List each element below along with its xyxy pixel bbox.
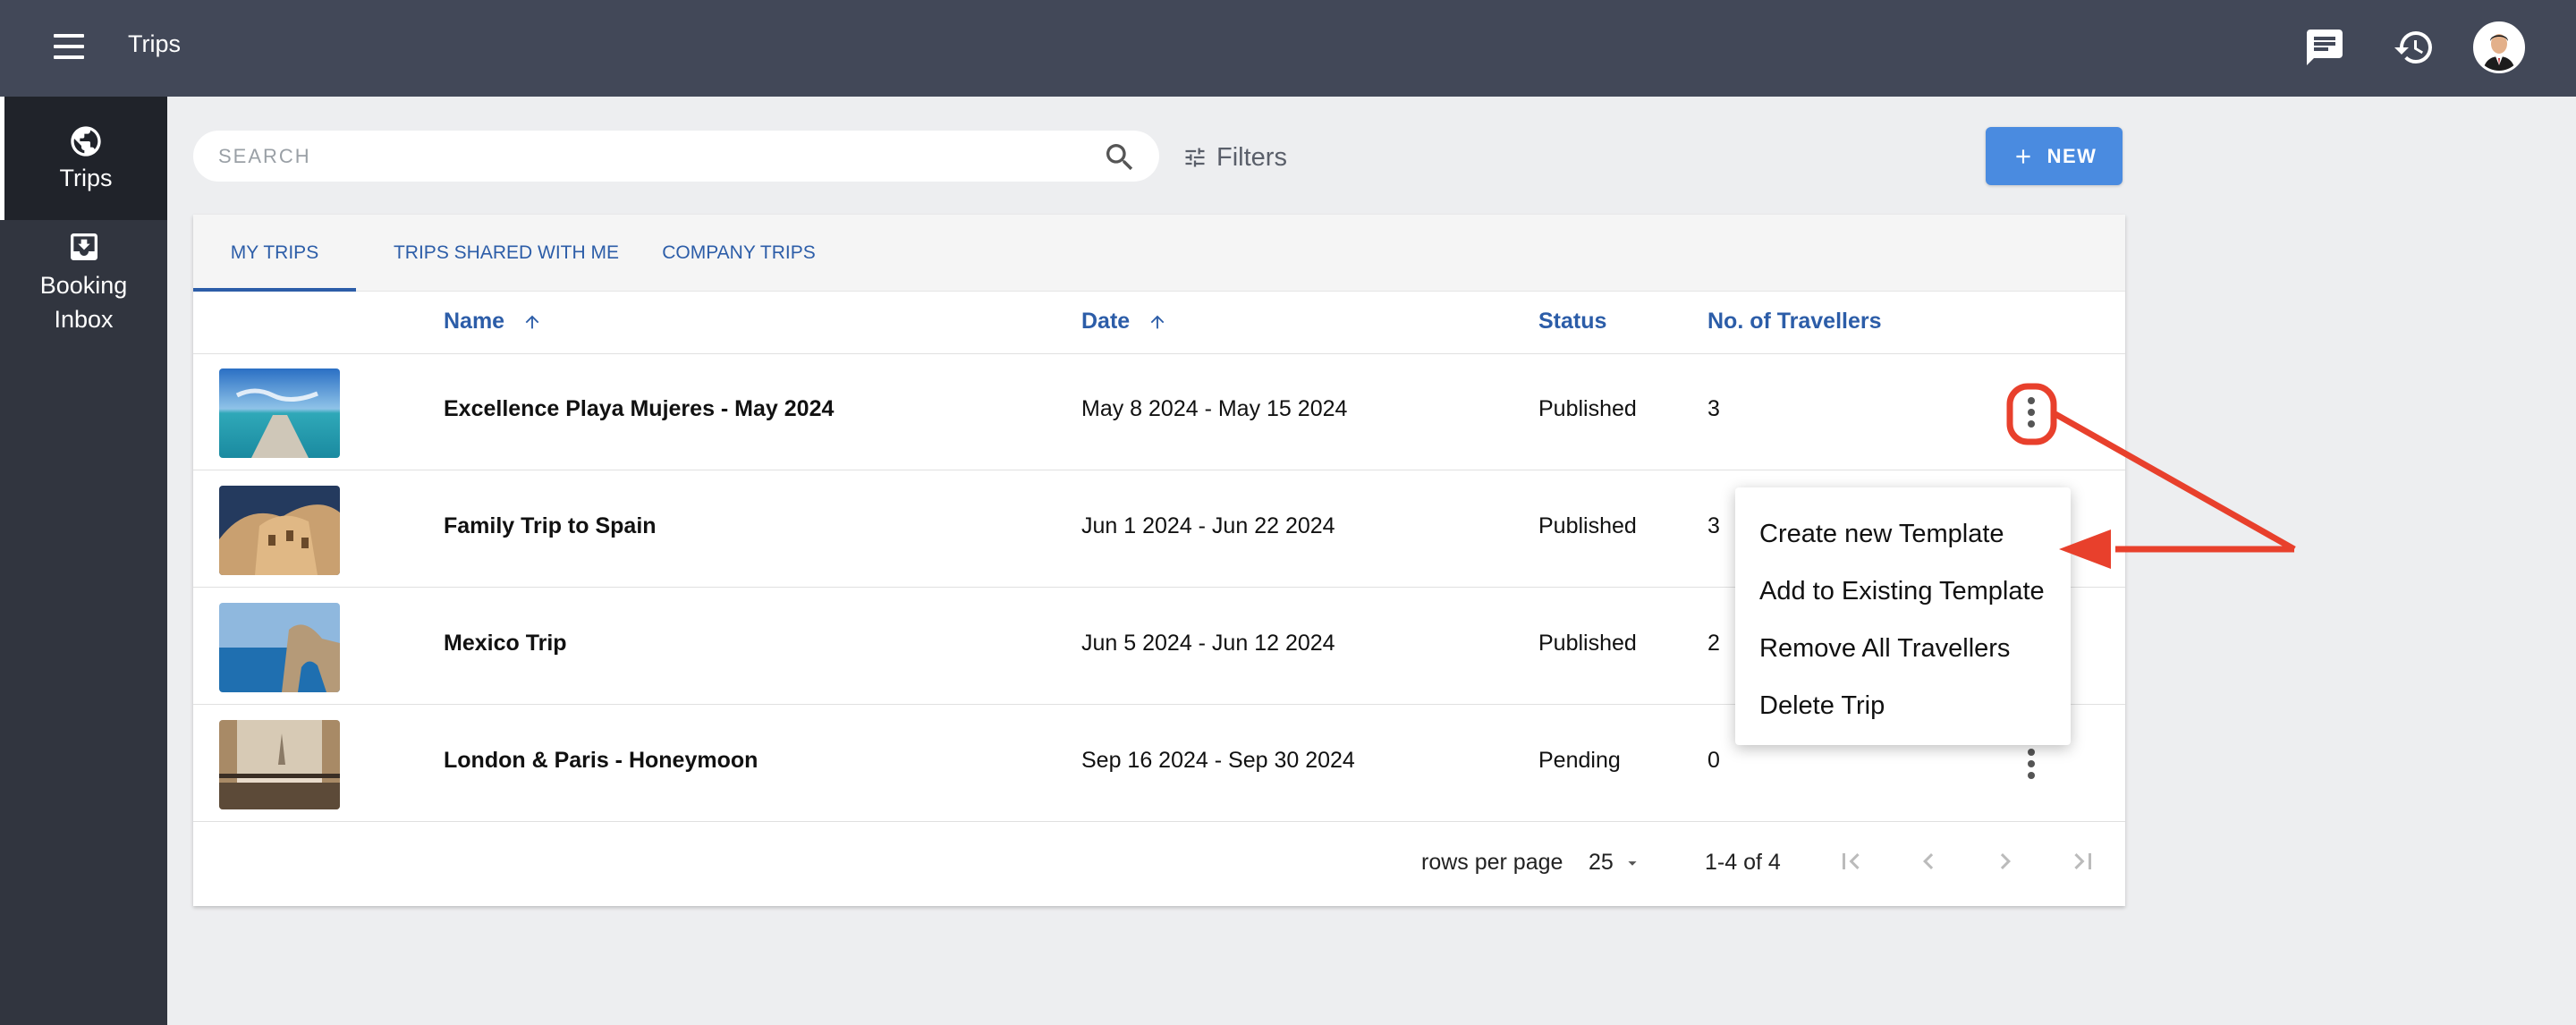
filters-button[interactable]: Filters xyxy=(1182,140,1287,175)
user-avatar-icon xyxy=(2476,24,2522,71)
last-page-icon[interactable] xyxy=(2067,845,2099,877)
trip-name[interactable]: London & Paris - Honeymoon xyxy=(444,748,758,774)
sidebar-item-booking-inbox[interactable]: Booking Inbox xyxy=(0,229,167,345)
new-button-label: NEW xyxy=(2046,144,2097,167)
menu-item-remove-all-travellers[interactable]: Remove All Travellers xyxy=(1735,620,2071,677)
menu-item-add-to-existing-template[interactable]: Add to Existing Template xyxy=(1735,563,2071,620)
menu-item-create-new-template[interactable]: Create new Template xyxy=(1735,505,2071,563)
chat-icon[interactable] xyxy=(2303,26,2346,69)
top-app-bar: Trips xyxy=(0,0,2576,97)
trip-thumbnail xyxy=(219,368,340,458)
column-header-name[interactable]: Name xyxy=(444,309,542,335)
arrow-up-icon xyxy=(1150,315,1165,328)
search-input[interactable] xyxy=(218,140,1077,174)
column-header-label: Date xyxy=(1081,309,1131,334)
sidebar: Trips Booking Inbox xyxy=(0,97,167,1025)
more-vert-icon[interactable] xyxy=(2018,390,2045,435)
column-header-label: No. of Travellers xyxy=(1707,309,1882,334)
inbox-icon xyxy=(70,233,97,260)
avatar[interactable] xyxy=(2473,21,2525,73)
sidebar-item-label: Booking xyxy=(39,272,128,299)
rows-per-page-value: 25 xyxy=(1589,850,1614,875)
trip-thumbnail xyxy=(219,603,340,692)
pagination: rows per page 25 1-4 of 4 xyxy=(193,823,2125,903)
arrow-up-icon xyxy=(525,315,539,328)
column-header-travellers[interactable]: No. of Travellers xyxy=(1707,309,1882,335)
globe-icon xyxy=(71,126,101,157)
column-header-status[interactable]: Status xyxy=(1538,309,1606,335)
rows-per-page-label: rows per page xyxy=(1421,850,1563,875)
first-page-icon[interactable] xyxy=(1835,845,1867,877)
trip-date: May 8 2024 - May 15 2024 xyxy=(1081,396,1348,421)
trip-status: Published xyxy=(1538,631,1637,656)
trip-name[interactable]: Family Trip to Spain xyxy=(444,513,657,539)
trip-travellers: 3 xyxy=(1707,396,1720,421)
tab-bar: MY TRIPS TRIPS SHARED WITH ME COMPANY TR… xyxy=(193,215,2125,292)
trip-travellers: 2 xyxy=(1707,631,1720,656)
tab-company-trips[interactable]: COMPANY TRIPS xyxy=(658,215,819,292)
tab-my-trips[interactable]: MY TRIPS xyxy=(193,215,356,292)
rows-per-page-select[interactable]: 25 xyxy=(1589,850,1642,876)
search-icon[interactable] xyxy=(1102,140,1138,175)
tab-trips-shared-with-me[interactable]: TRIPS SHARED WITH ME xyxy=(388,215,624,292)
previous-page-icon[interactable] xyxy=(1912,845,1945,877)
trip-travellers: 0 xyxy=(1707,748,1720,773)
page-title: Trips xyxy=(128,30,181,57)
trip-status: Published xyxy=(1538,513,1637,538)
menu-item-delete-trip[interactable]: Delete Trip xyxy=(1735,677,2071,734)
context-menu: Create new Template Add to Existing Temp… xyxy=(1735,487,2071,745)
trip-status: Published xyxy=(1538,396,1637,421)
new-button[interactable]: NEW xyxy=(1986,127,2123,185)
history-icon[interactable] xyxy=(2393,26,2436,69)
sidebar-item-label: Inbox xyxy=(54,306,114,333)
tune-icon xyxy=(1185,148,1205,167)
trip-travellers: 3 xyxy=(1707,513,1720,538)
trip-date: Jun 1 2024 - Jun 22 2024 xyxy=(1081,513,1335,538)
trip-thumbnail xyxy=(219,486,340,575)
trip-thumbnail xyxy=(219,720,340,809)
plus-icon xyxy=(2015,148,2030,164)
trip-date: Sep 16 2024 - Sep 30 2024 xyxy=(1081,748,1355,773)
sidebar-item-trips[interactable]: Trips xyxy=(0,97,167,220)
filters-label: Filters xyxy=(1216,142,1287,172)
table-row[interactable]: Excellence Playa Mujeres - May 2024 May … xyxy=(193,354,2125,470)
dropdown-arrow-icon xyxy=(1628,860,1637,866)
column-header-date[interactable]: Date xyxy=(1081,309,1167,335)
trip-status: Pending xyxy=(1538,748,1621,773)
next-page-icon[interactable] xyxy=(1989,845,2021,877)
trip-date: Jun 5 2024 - Jun 12 2024 xyxy=(1081,631,1335,656)
search-bar xyxy=(193,131,1159,182)
column-header-label: Name xyxy=(444,309,505,334)
pagination-range: 1-4 of 4 xyxy=(1705,850,1781,875)
column-header-label: Status xyxy=(1538,309,1607,334)
more-vert-icon[interactable] xyxy=(2018,741,2045,786)
menu-icon[interactable] xyxy=(54,34,88,61)
trip-name[interactable]: Excellence Playa Mujeres - May 2024 xyxy=(444,396,834,422)
sidebar-item-label: Trips xyxy=(59,165,113,191)
trip-name[interactable]: Mexico Trip xyxy=(444,631,567,657)
